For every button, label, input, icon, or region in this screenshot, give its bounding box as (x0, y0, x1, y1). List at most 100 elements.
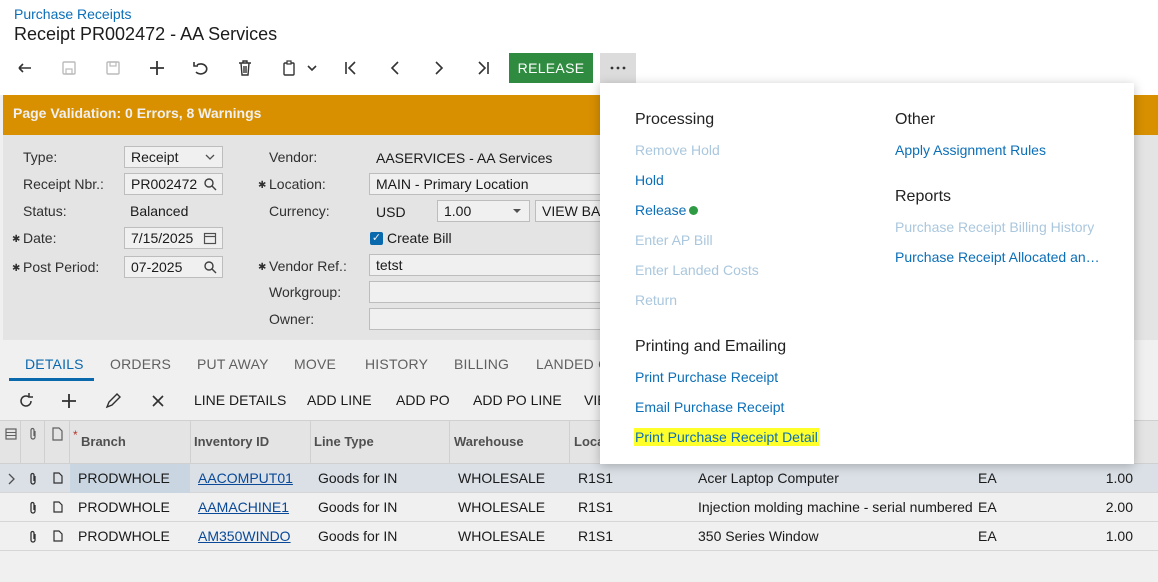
location-field[interactable]: MAIN - Primary Location (369, 173, 603, 195)
cell-uom[interactable]: EA (978, 499, 997, 515)
menu-item-allocated-report[interactable]: Purchase Receipt Allocated an… (895, 249, 1100, 265)
receipt-nbr-label: Receipt Nbr.: (23, 176, 104, 192)
menu-item-hold[interactable]: Hold (635, 172, 664, 188)
validation-text: Page Validation: 0 Errors, 8 Warnings (13, 105, 262, 121)
chevron-down-icon[interactable] (298, 52, 326, 84)
menu-item-email-purchase-receipt[interactable]: Email Purchase Receipt (635, 399, 784, 415)
cell-quantity[interactable]: 1.00 (1080, 470, 1133, 486)
note-icon[interactable] (53, 530, 63, 542)
menu-item-print-purchase-receipt[interactable]: Print Purchase Receipt (635, 369, 778, 385)
cell-quantity[interactable]: 2.00 (1080, 499, 1133, 515)
cell-warehouse[interactable]: WHOLESALE (458, 470, 545, 486)
add-line-button[interactable]: ADD LINE (307, 392, 372, 408)
menu-item-print-purchase-receipt-detail[interactable]: Print Purchase Receipt Detail (634, 428, 819, 446)
cell-location[interactable]: R1S1 (578, 528, 613, 544)
add-po-line-button[interactable]: ADD PO LINE (473, 392, 562, 408)
delete-icon[interactable] (229, 52, 261, 84)
calendar-icon (203, 232, 217, 245)
cell-quantity[interactable]: 1.00 (1080, 528, 1133, 544)
tab-billing[interactable]: BILLING (454, 356, 509, 372)
menu-heading-processing: Processing (635, 111, 715, 128)
release-button[interactable]: RELEASE (509, 53, 593, 83)
view-base-button[interactable]: VIEW BAS (535, 200, 603, 222)
cell-warehouse[interactable]: WHOLESALE (458, 499, 545, 515)
required-marker: ✱ (12, 263, 21, 274)
cell-warehouse[interactable]: WHOLESALE (458, 528, 545, 544)
tab-move[interactable]: MOVE (294, 356, 336, 372)
cell-inventory-id[interactable]: AACOMPUT01 (198, 470, 293, 486)
date-field[interactable]: 7/15/2025 (124, 227, 223, 249)
first-record-icon[interactable] (335, 52, 367, 84)
cell-branch[interactable]: PRODWHOLE (78, 528, 170, 544)
tab-orders[interactable]: ORDERS (110, 356, 171, 372)
add-row-icon[interactable] (60, 392, 78, 410)
location-value: MAIN - Primary Location (376, 176, 529, 192)
workgroup-field[interactable] (369, 281, 603, 303)
row-selector-icon (8, 473, 15, 485)
type-select[interactable]: Receipt (124, 146, 223, 168)
cell-branch[interactable]: PRODWHOLE (78, 470, 170, 486)
note-icon (52, 427, 63, 441)
cell-uom[interactable]: EA (978, 528, 997, 544)
undo-icon[interactable] (185, 52, 217, 84)
vendor-ref-field[interactable]: tetst (369, 254, 603, 276)
menu-item-apply-assignment-rules[interactable]: Apply Assignment Rules (895, 142, 1046, 158)
vendor-ref-label: Vendor Ref.: (269, 258, 347, 274)
cell-description[interactable]: Injection molding machine - serial numbe… (698, 499, 973, 515)
menu-heading-other: Other (895, 111, 936, 128)
ellipsis-icon (610, 66, 626, 70)
tab-history[interactable]: HISTORY (365, 356, 428, 372)
column-header-warehouse[interactable]: Warehouse (454, 434, 524, 449)
cell-line-type[interactable]: Goods for IN (318, 470, 397, 486)
cell-uom[interactable]: EA (978, 470, 997, 486)
add-icon[interactable] (141, 52, 173, 84)
cell-description[interactable]: Acer Laptop Computer (698, 470, 839, 486)
table-row[interactable]: PRODWHOLE AACOMPUT01 Goods for IN WHOLES… (0, 464, 1158, 493)
grid-settings-icon[interactable] (5, 428, 17, 440)
caret-down-icon (513, 209, 521, 213)
cell-description[interactable]: 350 Series Window (698, 528, 819, 544)
attachment-icon[interactable] (27, 501, 39, 515)
breadcrumb[interactable]: Purchase Receipts (14, 6, 132, 22)
more-actions-button[interactable] (600, 53, 636, 83)
cell-branch[interactable]: PRODWHOLE (78, 499, 170, 515)
create-bill-checkbox[interactable]: ✓ (370, 232, 383, 245)
save-close-icon[interactable] (53, 52, 85, 84)
tab-details[interactable]: DETAILS (25, 356, 84, 372)
edit-icon[interactable] (104, 392, 122, 410)
next-record-icon[interactable] (423, 52, 455, 84)
tab-put-away[interactable]: PUT AWAY (197, 356, 269, 372)
refresh-icon[interactable] (17, 392, 35, 410)
save-icon[interactable] (97, 52, 129, 84)
cell-line-type[interactable]: Goods for IN (318, 499, 397, 515)
cell-inventory-id[interactable]: AM350WINDO (198, 528, 291, 544)
back-icon[interactable] (9, 52, 41, 84)
line-details-button[interactable]: LINE DETAILS (194, 392, 286, 408)
main-toolbar: RELEASE (0, 52, 1158, 84)
last-record-icon[interactable] (467, 52, 499, 84)
cell-location[interactable]: R1S1 (578, 499, 613, 515)
column-header-inventory-id[interactable]: Inventory ID (194, 434, 269, 449)
cell-location[interactable]: R1S1 (578, 470, 613, 486)
currency-rate-field[interactable]: 1.00 (437, 200, 530, 222)
add-po-button[interactable]: ADD PO (396, 392, 450, 408)
previous-record-icon[interactable] (379, 52, 411, 84)
column-header-line-type[interactable]: Line Type (314, 434, 374, 449)
menu-item-release[interactable]: Release (635, 202, 699, 218)
attachment-icon (30, 427, 36, 440)
delete-row-icon[interactable] (149, 392, 167, 410)
owner-field[interactable] (369, 308, 603, 330)
cell-line-type[interactable]: Goods for IN (318, 528, 397, 544)
attachment-icon[interactable] (27, 530, 39, 544)
page-title: Receipt PR002472 - AA Services (14, 24, 278, 44)
table-row[interactable]: PRODWHOLE AM350WINDO Goods for IN WHOLES… (0, 522, 1158, 551)
tab-landed-costs[interactable]: LANDED C (536, 356, 608, 372)
attachment-icon[interactable] (27, 472, 39, 486)
note-icon[interactable] (53, 472, 63, 484)
receipt-nbr-field[interactable]: PR002472 (124, 173, 223, 195)
note-icon[interactable] (53, 501, 63, 513)
column-header-branch[interactable]: Branch (81, 434, 126, 449)
post-period-field[interactable]: 07-2025 (124, 256, 223, 278)
table-row[interactable]: PRODWHOLE AAMACHINE1 Goods for IN WHOLES… (0, 493, 1158, 522)
cell-inventory-id[interactable]: AAMACHINE1 (198, 499, 289, 515)
